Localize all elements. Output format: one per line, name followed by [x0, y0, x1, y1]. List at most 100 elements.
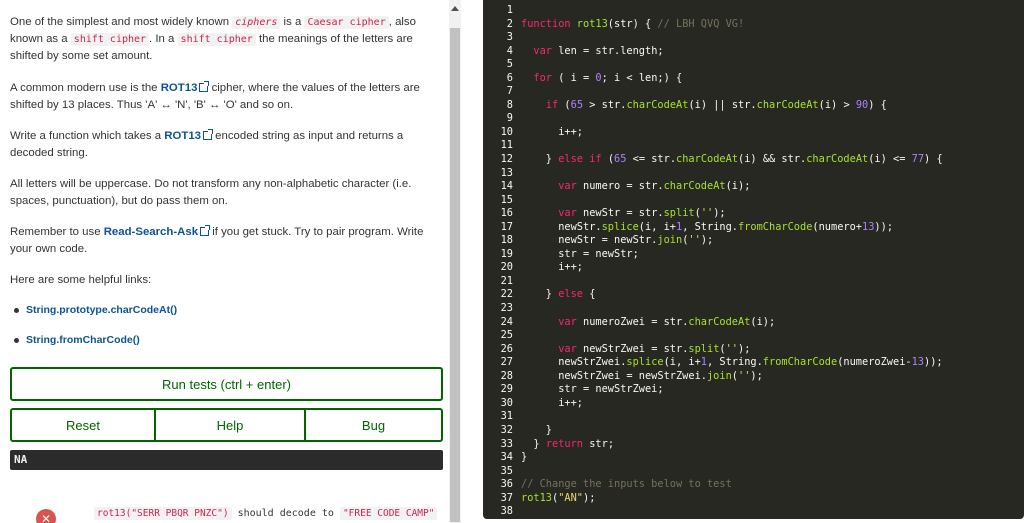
intro-text-2: is a: [280, 16, 305, 28]
code-token: 65: [570, 98, 584, 111]
link-fromcharcode[interactable]: String.fromCharCode(): [13, 332, 177, 362]
code-token: , String.: [682, 220, 738, 233]
code-line[interactable]: newStrZwei.splice(i, i+1, String.fromCha…: [521, 356, 1024, 370]
code-token: 13: [911, 356, 925, 369]
code-line[interactable]: [521, 194, 1024, 208]
code-line[interactable]: newStr.splice(i, i+1, String.fromCharCod…: [521, 221, 1024, 235]
code-line[interactable]: [521, 4, 1024, 18]
code-line[interactable]: i++;: [521, 261, 1024, 275]
code-line[interactable]: [521, 465, 1024, 479]
code-area[interactable]: function rot13(str) { // LBH QVQ VG! var…: [521, 4, 1024, 519]
test-expected-code: "FREE CODE CAMP": [339, 507, 438, 520]
code-line[interactable]: var newStr = str.split('');: [521, 207, 1024, 221]
code-line[interactable]: } return str;: [521, 438, 1024, 452]
line-number: 35: [500, 464, 513, 477]
code-token: 77: [911, 153, 925, 166]
code-line[interactable]: [521, 505, 1024, 519]
instructions-scrollbar[interactable]: [449, 0, 461, 523]
code-line[interactable]: i++;: [521, 397, 1024, 411]
code-line[interactable]: var numeroZwei = str.charCodeAt(i);: [521, 316, 1024, 330]
code-token: '': [700, 207, 714, 220]
intro-paragraph: One of the simplest and most widely know…: [10, 14, 440, 65]
code-line[interactable]: rot13("AN");: [521, 492, 1024, 506]
code-line[interactable]: } else if (65 <= str.charCodeAt(i) && st…: [521, 153, 1024, 167]
line-number: 22: [500, 288, 513, 301]
ciphers-link[interactable]: ciphers: [232, 16, 281, 29]
code-token: }: [521, 437, 546, 450]
code-line[interactable]: }: [521, 424, 1024, 438]
bug-button[interactable]: Bug: [304, 408, 443, 442]
code-line[interactable]: str = newStr;: [521, 248, 1024, 262]
reset-button[interactable]: Reset: [10, 408, 156, 442]
code-token: fromCharCode: [738, 220, 813, 233]
rot13-link[interactable]: ROT13: [161, 82, 198, 94]
code-token: ) {: [868, 98, 887, 111]
code-line[interactable]: [521, 112, 1024, 126]
code-line[interactable]: [521, 85, 1024, 99]
run-tests-button[interactable]: Run tests (ctrl + enter): [10, 367, 443, 401]
code-line[interactable]: [521, 139, 1024, 153]
line-number: 26: [500, 342, 513, 355]
scroll-up-arrow-icon[interactable]: [451, 6, 459, 11]
code-line[interactable]: newStrZwei = newStrZwei.join('');: [521, 370, 1024, 384]
code-line[interactable]: } else {: [521, 288, 1024, 302]
code-line[interactable]: [521, 58, 1024, 72]
code-line[interactable]: var newStrZwei = str.split('');: [521, 343, 1024, 357]
code-line[interactable]: [521, 167, 1024, 181]
code-token: (i, i+: [638, 220, 676, 233]
code-line[interactable]: if (65 > str.charCodeAt(i) || str.charCo…: [521, 99, 1024, 113]
read-search-ask-link[interactable]: Read-Search-Ask: [104, 226, 198, 238]
code-token: str = newStrZwei;: [521, 383, 664, 396]
code-line[interactable]: [521, 275, 1024, 289]
code-line[interactable]: newStr = newStr.join('');: [521, 234, 1024, 248]
code-token: join: [706, 369, 732, 382]
line-number: 17: [500, 220, 513, 233]
line-number: 7: [506, 85, 513, 98]
rot13-paragraph: A common modern use is the ROT13 cipher,…: [10, 80, 440, 114]
line-number: 9: [506, 112, 513, 125]
code-line[interactable]: [521, 410, 1024, 424]
help-button[interactable]: Help: [154, 408, 306, 442]
code-token: numero = str.: [583, 180, 664, 193]
code-line[interactable]: function rot13(str) { // LBH QVQ VG!: [521, 18, 1024, 32]
code-token: rot13: [521, 491, 552, 504]
line-number: 16: [500, 207, 513, 220]
line-number: 4: [506, 44, 513, 57]
rot13-link-2[interactable]: ROT13: [164, 130, 201, 142]
code-line[interactable]: }: [521, 451, 1024, 465]
code-line[interactable]: [521, 302, 1024, 316]
code-token: split: [688, 342, 720, 355]
code-line[interactable]: var numero = str.charCodeAt(i);: [521, 180, 1024, 194]
code-line[interactable]: var len = str.length;: [521, 45, 1024, 59]
line-number: 8: [506, 98, 513, 111]
line-number: 12: [500, 153, 513, 166]
test-call-code: rot13("SERR PBQR PNZC"): [94, 507, 232, 520]
code-token: "AN": [558, 491, 584, 504]
code-token: var: [558, 207, 584, 220]
line-number-gutter: 1 2 3 4 5 6 7 8 9 10 11 12 13 14 15 16 17 18 19 20 21 22 23 24 2…: [483, 4, 513, 519]
code-line[interactable]: [521, 31, 1024, 45]
code-token: i++;: [521, 396, 583, 409]
code-line[interactable]: [521, 329, 1024, 343]
rules-paragraph: All letters will be uppercase. Do not tr…: [10, 178, 412, 207]
code-line[interactable]: str = newStrZwei;: [521, 383, 1024, 397]
code-token: (i) && str.: [738, 153, 807, 166]
line-number: 20: [500, 261, 513, 274]
caesar-cipher-code: Caesar cipher: [304, 16, 389, 29]
code-token: (i) <=: [868, 153, 912, 166]
link-charcodeat[interactable]: String.prototype.charCodeAt(): [13, 302, 177, 332]
code-token: numeroZwei = str.: [583, 315, 689, 328]
line-number: 23: [500, 302, 513, 315]
code-token: );: [750, 369, 763, 382]
scrollbar-thumb[interactable]: [450, 28, 460, 522]
code-token: var: [558, 180, 584, 193]
code-line[interactable]: i++;: [521, 126, 1024, 140]
helpful-links-list: String.prototype.charCodeAt() String.fro…: [13, 302, 177, 362]
code-token: ));: [874, 220, 894, 233]
code-line[interactable]: for ( i = 0; i < len;) {: [521, 72, 1024, 86]
code-editor[interactable]: 1 2 3 4 5 6 7 8 9 10 11 12 13 14 15 16 17 18 19 20 21 22 23 24 2…: [483, 0, 1024, 519]
code-token: newStr = newStr.: [521, 234, 658, 247]
code-token: ; i < len;) {: [601, 71, 683, 84]
code-line[interactable]: // Change the inputs below to test: [521, 478, 1024, 492]
